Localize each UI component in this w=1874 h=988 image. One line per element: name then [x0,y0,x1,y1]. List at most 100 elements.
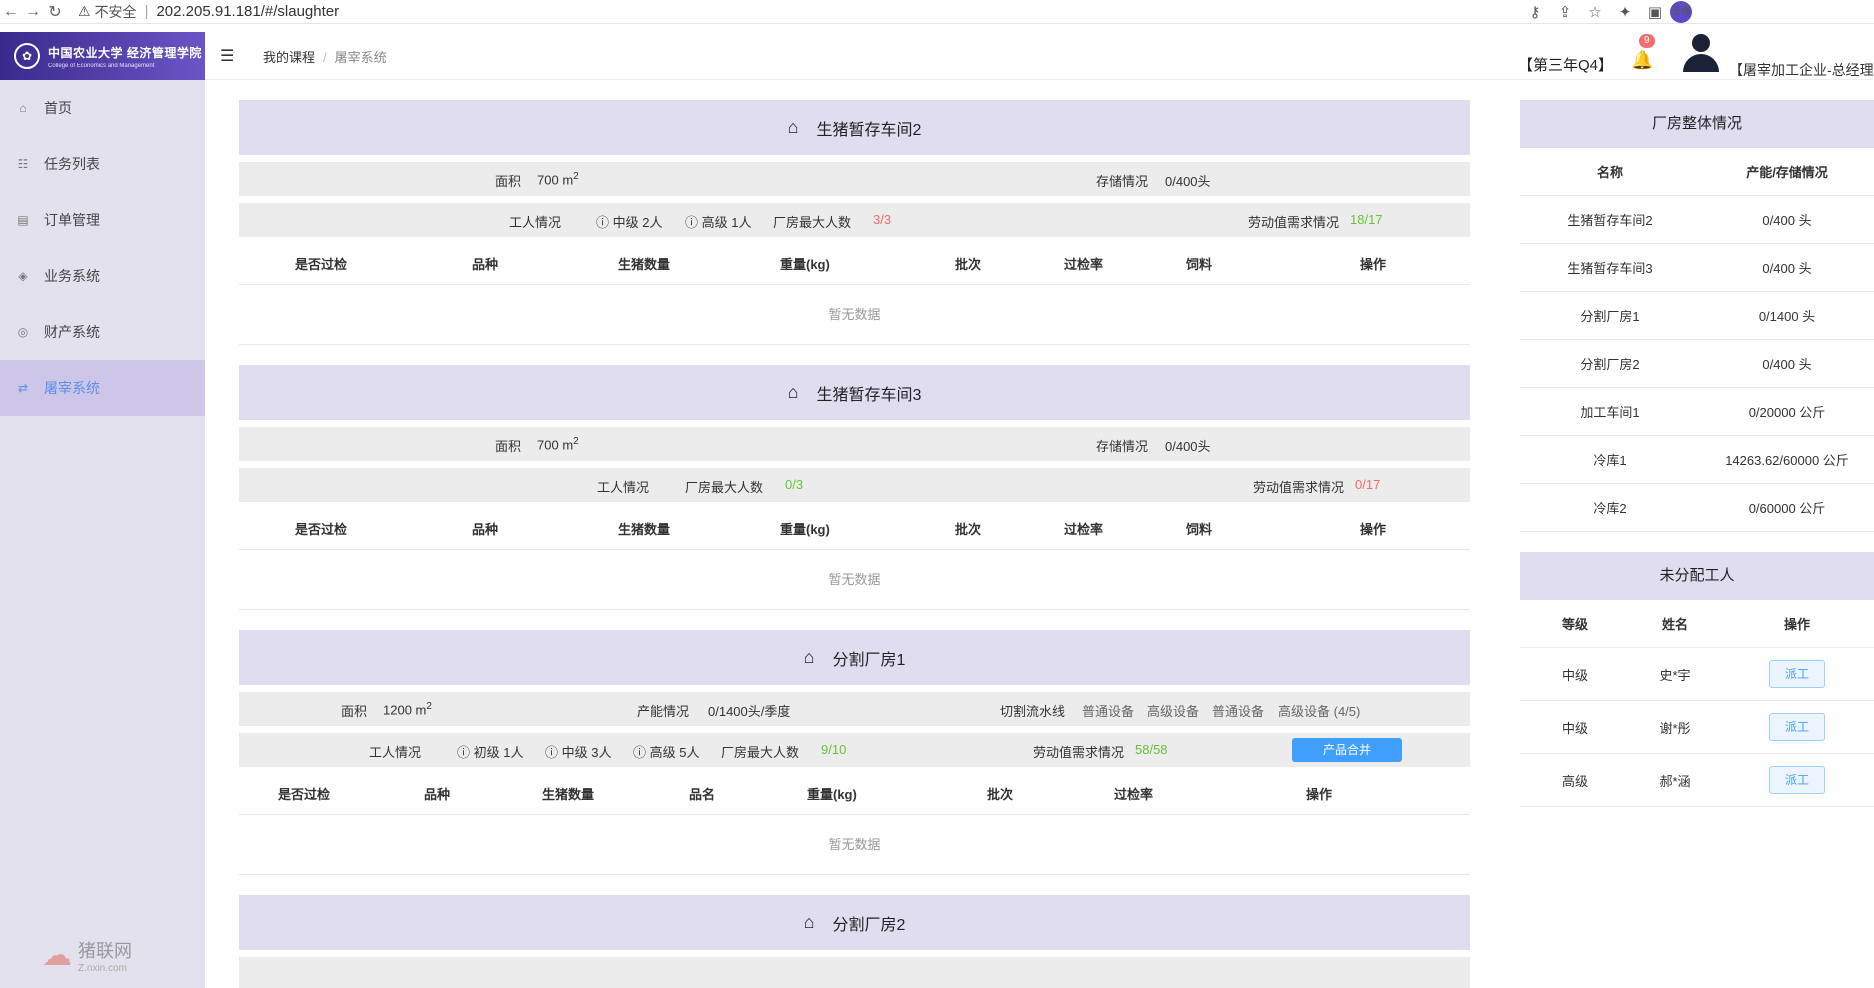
layers-icon: ◈ [18,269,28,283]
column-header: 重量(kg) [780,257,830,272]
table-header: 是否过检 品种 生猪数量 品名 重量(kg) 批次 过检率 操作 [239,767,1470,815]
college-logo[interactable]: ✿ 中国农业大学 经济管理学院 College of Economics and… [0,32,205,80]
dispatch-button[interactable]: 派工 [1769,660,1825,688]
section-title: 分割厂房1 [832,651,906,669]
profile-avatar[interactable]: 玉强 [1670,1,1692,23]
area-number: 700 [537,437,559,453]
reload-icon[interactable]: ↻ [44,2,66,22]
area-storage-row: 面积 700 m2 存储情况 0/400头 [239,162,1470,196]
url-text[interactable]: 202.205.91.181/#/slaughter [156,3,339,20]
sidepanel-icon[interactable]: ▣ [1640,3,1670,21]
column-header: 重量(kg) [807,787,857,802]
table-row: 中级 谢*彤 派工 [1520,701,1874,754]
facility-name: 分割厂房2 [1580,357,1640,372]
browser-actions: ⚷ ⇪ ☆ ✦ ▣ 玉强 [1520,0,1874,24]
dispatch-cell: 派工 [1720,660,1874,688]
dispatch-cell: 派工 [1720,713,1874,741]
column-header: 品种 [472,522,499,537]
workers-table: 等级 姓名 操作 中级 史*宇 派工 中级 谢*彤 派工 高级 郝*涵 派工 [1520,600,1874,807]
max-workers-label: 厂房最大人数 [685,480,764,495]
avatar[interactable] [1681,32,1721,74]
sidebar-item-assets[interactable]: ◎ 财产系统 [0,304,205,360]
breadcrumb-home[interactable]: 我的课程 [263,50,315,65]
back-icon[interactable]: ← [0,3,22,21]
sidebar-item-orders[interactable]: ▤ 订单管理 [0,192,205,248]
main-content: ⌂ 生猪暂存车间2 面积 700 m2 存储情况 0/400头 工人情况 ⓘ 中级… [239,100,1470,988]
sidebar-item-label: 订单管理 [44,212,100,228]
column-header: 是否过检 [278,787,331,802]
worker-level: 中级 [1561,720,1588,736]
overview-table: 名称 产能/存储情况 生猪暂存车间2 0/400 头 生猪暂存车间3 0/400 头… [1520,148,1874,532]
slaughter-icon: ⇄ [17,381,29,395]
max-workers-value: 0/3 [785,477,804,492]
top-header: ☰ 我的课程 / 屠宰系统 【第三年Q4】 🔔 9 【屠宰加工企业-总经理】 [205,32,1874,80]
bell-icon[interactable]: 🔔 [1631,50,1653,71]
table-header: 是否过检 品种 生猪数量 重量(kg) 批次 过检率 饲料 操作 [239,502,1470,550]
worker-mid: ⓘ 中级 2人 [596,215,663,230]
table-row: 生猪暂存车间3 0/400 头 [1520,244,1874,292]
table-row: 高级 郝*涵 派工 [1520,754,1874,807]
column-header: 操作 [1306,787,1333,802]
workers-label: 工人情况 [509,215,562,230]
empty-data: 暂无数据 [239,285,1470,345]
sidebar-item-label: 财产系统 [44,324,100,340]
section-header: ⌂ 生猪暂存车间2 [239,100,1470,155]
table-row: 冷库2 0/60000 公斤 [1520,484,1874,532]
breadcrumb-separator: / [323,50,327,65]
capacity-value: 0/1400头/季度 [708,704,791,719]
task-icon: ☷ [17,157,29,171]
table-row: 分割厂房1 0/1400 头 [1520,292,1874,340]
empty-data: 暂无数据 [239,815,1470,875]
column-header: 操作 [1360,522,1387,537]
star-icon[interactable]: ☆ [1580,3,1610,21]
dispatch-cell: 派工 [1720,766,1874,794]
home-outline-icon: ⌂ [787,117,799,137]
column-header: 生猪数量 [542,787,595,802]
column-header: 批次 [955,257,982,272]
sidebar-item-business[interactable]: ◈ 业务系统 [0,248,205,304]
sidebar-item-tasks[interactable]: ☷ 任务列表 [0,136,205,192]
labor-value: 58/58 [1135,742,1168,757]
notification-badge: 9 [1639,34,1655,48]
menu-fold-icon[interactable]: ☰ [220,46,234,66]
breadcrumb-current: 屠宰系统 [334,50,387,65]
section-header: ⌂ 生猪暂存车间3 [239,365,1470,420]
share-icon[interactable]: ⇪ [1550,3,1580,21]
dispatch-button[interactable]: 派工 [1769,713,1825,741]
storage-label: 存储情况 [1096,439,1149,454]
equipment-item: 高级设备 [1147,704,1200,719]
column-header: 批次 [987,787,1014,802]
column-header: 名称 [1596,165,1623,180]
line-label: 切割流水线 [1000,704,1066,719]
column-header: 品种 [472,257,499,272]
home-outline-icon: ⌂ [803,647,815,667]
column-header: 品种 [424,787,451,802]
unassigned-workers-title: 未分配工人 [1520,552,1874,600]
sidebar-item-home[interactable]: ⌂ 首页 [0,80,205,136]
area-unit-sup: 2 [573,171,579,182]
facility-capacity: 14263.62/60000 公斤 [1725,453,1849,468]
workshop-section: ⌂ 生猪暂存车间3 面积 700 m2 存储情况 0/400头 工人情况 厂房最大… [239,365,1470,610]
key-icon[interactable]: ⚷ [1520,3,1550,21]
sidebar-item-label: 屠宰系统 [44,380,100,396]
equipment-item: 普通设备 [1212,704,1265,719]
area-unit: m [562,172,574,188]
area-unit-sup: 2 [573,436,579,447]
table-header-row: 等级 姓名 操作 [1520,600,1874,648]
logo-subtitle: College of Economics and Management [48,62,155,69]
forward-icon[interactable]: → [22,3,44,21]
area-label: 面积 [495,174,522,189]
area-value: 1200 m2 [383,701,432,717]
max-workers-value: 3/3 [873,212,892,227]
url-separator: | [144,3,149,20]
area-storage-row [239,957,1470,988]
column-header: 姓名 [1661,617,1688,632]
role-label[interactable]: 【屠宰加工企业-总经理】 [1729,60,1874,80]
address-bar[interactable]: ⚠ 不安全 | 202.205.91.181/#/slaughter [78,1,339,23]
extension-icon[interactable]: ✦ [1610,3,1640,21]
column-header: 品名 [689,787,716,802]
column-header: 过检率 [1064,522,1104,537]
sidebar-item-slaughter[interactable]: ⇄ 屠宰系统 [0,360,205,416]
merge-product-button[interactable]: 产品合并 [1292,738,1402,762]
dispatch-button[interactable]: 派工 [1769,766,1825,794]
